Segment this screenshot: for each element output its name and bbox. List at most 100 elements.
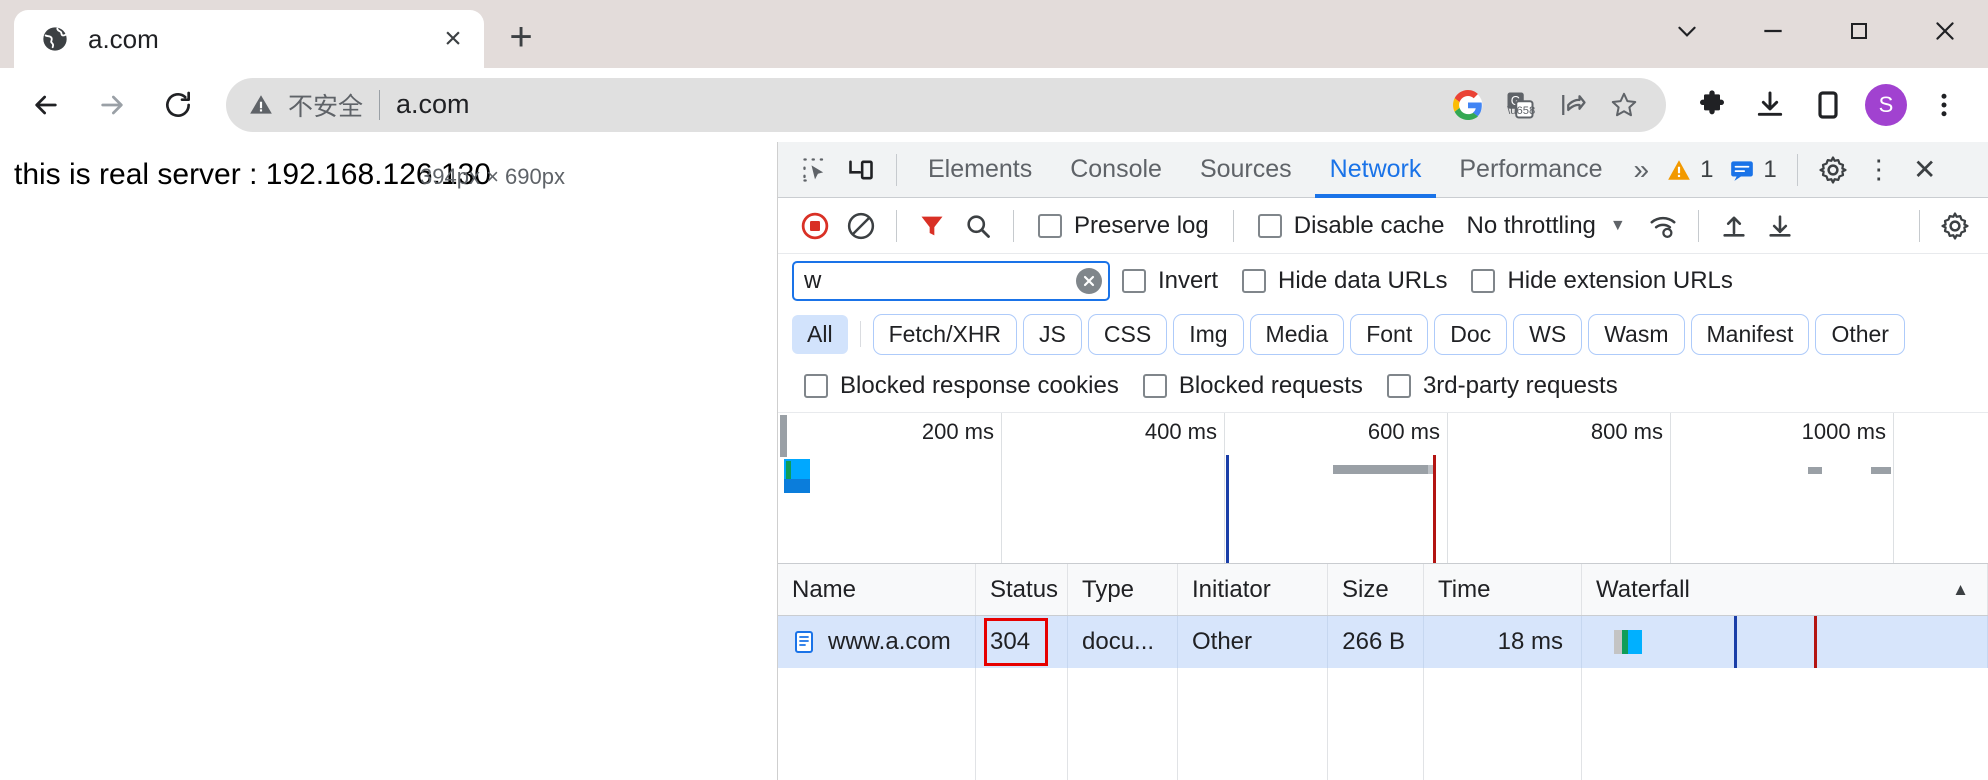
not-secure-warning-icon[interactable]: [248, 92, 274, 118]
invert-checkbox[interactable]: Invert: [1110, 267, 1230, 295]
column-header-status[interactable]: Status: [976, 564, 1068, 615]
chevron-down-icon[interactable]: ▼: [1602, 217, 1640, 235]
export-har-icon[interactable]: [1757, 204, 1803, 248]
overview-request-bar-2: [1333, 465, 1428, 474]
throttling-select[interactable]: No throttling: [1456, 212, 1601, 240]
minimize-icon[interactable]: [1730, 0, 1816, 62]
close-tab-icon[interactable]: ×: [432, 18, 474, 60]
maximize-icon[interactable]: [1816, 0, 1902, 62]
empty-col-size: [1328, 668, 1424, 780]
messages-badge[interactable]: 1: [1721, 156, 1784, 184]
hide-extension-urls-checkbox[interactable]: Hide extension URLs: [1459, 267, 1744, 295]
blocked-requests-box: [1143, 374, 1167, 398]
search-icon[interactable]: [955, 204, 1001, 248]
clear-filter-icon[interactable]: [1076, 268, 1102, 294]
avatar[interactable]: S: [1860, 79, 1912, 131]
translate-icon[interactable]: G \u6587: [1496, 81, 1544, 129]
type-filter-media[interactable]: Media: [1250, 314, 1345, 355]
network-conditions-wifi-icon[interactable]: [1640, 204, 1686, 248]
overview-request-bar-4: [1871, 467, 1891, 474]
devtools-settings-gear-icon[interactable]: [1810, 148, 1856, 192]
devtools-panel: Elements Console Sources Network Perform…: [778, 142, 1988, 780]
third-party-requests-checkbox[interactable]: 3rd-party requests: [1375, 372, 1630, 400]
cell-name[interactable]: www.a.com: [778, 616, 976, 668]
filter-input[interactable]: [804, 267, 1076, 295]
cell-name-text: www.a.com: [828, 628, 951, 656]
side-panel-icon[interactable]: [1802, 79, 1854, 131]
tab-elements[interactable]: Elements: [909, 142, 1051, 198]
disable-cache-checkbox[interactable]: Disable cache: [1246, 212, 1457, 240]
column-header-waterfall[interactable]: Waterfall ▲: [1582, 564, 1988, 615]
column-header-size[interactable]: Size: [1328, 564, 1424, 615]
toolbar-divider-4: [1698, 210, 1699, 242]
type-filter-other[interactable]: Other: [1815, 314, 1905, 355]
inspect-element-icon[interactable]: [792, 148, 838, 192]
cell-initiator: Other: [1178, 616, 1328, 668]
browser-tab[interactable]: a.com ×: [14, 10, 484, 68]
invert-box: [1122, 269, 1146, 293]
devtools-close-icon[interactable]: ✕: [1902, 148, 1948, 192]
clear-network-log-icon[interactable]: [838, 204, 884, 248]
type-filter-all[interactable]: All: [792, 315, 848, 354]
new-tab-button[interactable]: +: [492, 8, 550, 66]
tab-performance[interactable]: Performance: [1440, 142, 1621, 198]
viewport-size-badge: 394px × 690px: [420, 164, 565, 190]
device-toolbar-icon[interactable]: [838, 148, 884, 192]
share-icon[interactable]: [1548, 81, 1596, 129]
overview-request-bar-3: [1808, 467, 1822, 474]
overview-tick-1000: 1000 ms: [1893, 413, 1894, 564]
type-filter-fetch-xhr[interactable]: Fetch/XHR: [873, 314, 1017, 355]
downloads-icon[interactable]: [1744, 79, 1796, 131]
record-button[interactable]: [792, 204, 838, 248]
reload-button[interactable]: [150, 77, 206, 133]
filter-input-wrapper[interactable]: [792, 261, 1110, 301]
column-header-type[interactable]: Type: [1068, 564, 1178, 615]
type-filter-manifest[interactable]: Manifest: [1691, 314, 1810, 355]
bookmark-star-icon[interactable]: [1600, 81, 1648, 129]
column-header-time[interactable]: Time: [1424, 564, 1582, 615]
google-icon[interactable]: [1444, 81, 1492, 129]
overview-tick-label-800: 800 ms: [1591, 419, 1671, 445]
filter-funnel-icon[interactable]: [909, 204, 955, 248]
forward-button[interactable]: [84, 77, 140, 133]
column-header-name[interactable]: Name: [778, 564, 976, 615]
warning-triangle-icon: [1666, 157, 1692, 183]
network-overview-timeline[interactable]: 200 ms 400 ms 600 ms 800 ms 1000 ms: [778, 412, 1988, 564]
tab-search-chevron-down-icon[interactable]: [1644, 0, 1730, 62]
load-event-line: [1433, 455, 1436, 563]
table-row[interactable]: www.a.com 304 docu... Other 266 B 18 ms: [778, 616, 1988, 668]
overview-left-handle[interactable]: [780, 415, 787, 457]
type-filter-img[interactable]: Img: [1173, 314, 1243, 355]
more-tabs-icon[interactable]: »: [1621, 154, 1658, 186]
type-filter-css[interactable]: CSS: [1088, 314, 1167, 355]
blocked-response-cookies-checkbox[interactable]: Blocked response cookies: [792, 372, 1131, 400]
overview-tick-400: 400 ms: [1224, 413, 1225, 564]
type-filter-ws[interactable]: WS: [1513, 314, 1582, 355]
warnings-badge[interactable]: 1: [1658, 156, 1721, 184]
devtools-more-icon[interactable]: ⋮: [1856, 148, 1902, 192]
close-window-icon[interactable]: [1902, 0, 1988, 62]
network-settings-gear-icon[interactable]: [1932, 204, 1978, 248]
blocked-requests-checkbox[interactable]: Blocked requests: [1131, 372, 1375, 400]
type-filter-font[interactable]: Font: [1350, 314, 1428, 355]
tab-network[interactable]: Network: [1311, 142, 1441, 198]
type-filter-js[interactable]: JS: [1023, 314, 1082, 355]
column-header-initiator[interactable]: Initiator: [1178, 564, 1328, 615]
avatar-initial: S: [1865, 84, 1907, 126]
page-viewport: this is real server : 192.168.126.130 39…: [0, 142, 778, 780]
overview-tick-label-200: 200 ms: [922, 419, 1002, 445]
browser-menu-icon[interactable]: [1918, 79, 1970, 131]
back-button[interactable]: [18, 77, 74, 133]
import-har-icon[interactable]: [1711, 204, 1757, 248]
security-status-label: 不安全: [288, 87, 363, 123]
toolbar-divider-1: [896, 210, 897, 242]
url-text[interactable]: a.com: [396, 89, 1444, 120]
tab-sources[interactable]: Sources: [1181, 142, 1311, 198]
preserve-log-checkbox[interactable]: Preserve log: [1026, 212, 1221, 240]
extensions-puzzle-icon[interactable]: [1686, 79, 1738, 131]
tab-console[interactable]: Console: [1051, 142, 1181, 198]
hide-data-urls-checkbox[interactable]: Hide data URLs: [1230, 267, 1459, 295]
type-filter-doc[interactable]: Doc: [1434, 314, 1507, 355]
type-filter-wasm[interactable]: Wasm: [1588, 314, 1684, 355]
address-bar[interactable]: 不安全 a.com G: [226, 78, 1666, 132]
